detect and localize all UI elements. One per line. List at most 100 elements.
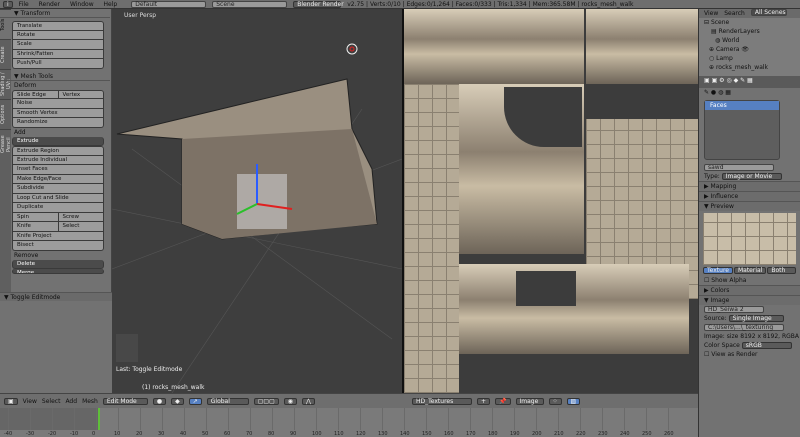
pivot-select[interactable]: ◆ bbox=[171, 398, 184, 405]
3d-viewport[interactable]: User Persp Last: Toggle Editmode (1) roc… bbox=[112, 9, 402, 393]
filepath-field[interactable]: C:\Users\...\_texturing bbox=[699, 323, 800, 332]
outliner-item-scene[interactable]: ⊟ Scene bbox=[699, 18, 800, 27]
view-as-render-checkbox[interactable]: ☐ View as Render bbox=[699, 350, 800, 359]
display-channels[interactable]: ▨ bbox=[567, 398, 581, 405]
current-frame-marker[interactable] bbox=[98, 408, 100, 430]
new-image-button[interactable]: + bbox=[477, 398, 490, 405]
preview-material-tab[interactable]: Material bbox=[734, 267, 766, 274]
snap-toggle[interactable]: ⋀ bbox=[302, 398, 315, 405]
image-name-field[interactable]: HD_Seiwa 2 bbox=[704, 306, 764, 313]
push-pull-button[interactable]: Push/Pull bbox=[12, 59, 104, 69]
shrink-fatten-button[interactable]: Shrink/Fatten bbox=[12, 50, 104, 60]
properties-context-tabs[interactable]: ▣ ▣ ⚙ ◎ ◆ ✎ ▦ bbox=[699, 76, 800, 88]
frame-gridline bbox=[8, 408, 9, 430]
scale-button[interactable]: Scale bbox=[12, 40, 104, 50]
duplicate-button[interactable]: Duplicate bbox=[12, 203, 104, 213]
outliner-item-lamp[interactable]: ○ Lamp bbox=[699, 54, 800, 63]
extrude-region-button[interactable]: Extrude Region bbox=[12, 146, 104, 156]
render-engine-select[interactable]: Blender Render bbox=[293, 1, 341, 8]
editor-type-icon[interactable]: ▣ bbox=[4, 398, 18, 405]
transform-panel-header[interactable]: ▼ Transform bbox=[0, 9, 110, 18]
preview-both-tab[interactable]: Both bbox=[767, 267, 796, 274]
menu-file[interactable]: File bbox=[19, 1, 29, 8]
frame-tick-label: 230 bbox=[598, 431, 608, 437]
spin-button[interactable]: Spin bbox=[17, 213, 59, 222]
frame-tick-label: 200 bbox=[532, 431, 542, 437]
image-browse[interactable]: HD_Textures bbox=[412, 398, 472, 405]
rotate-button[interactable]: Rotate bbox=[12, 31, 104, 41]
extrude-dropdown[interactable]: Extrude bbox=[12, 137, 104, 147]
timeline[interactable]: -40-30-20-100102030405060708090100110120… bbox=[0, 408, 698, 437]
noise-button[interactable]: Noise bbox=[12, 99, 104, 109]
menu-window[interactable]: Window bbox=[70, 1, 94, 8]
merge-dropdown[interactable]: Merge bbox=[12, 269, 104, 274]
knife-project-button[interactable]: Knife Project bbox=[12, 232, 104, 242]
outliner-search-menu[interactable]: Search bbox=[724, 9, 745, 18]
preview-texture-tab[interactable]: Texture bbox=[703, 267, 733, 274]
view-mode-select[interactable]: Image bbox=[516, 398, 544, 405]
influence-panel-header[interactable]: ▶ Influence bbox=[699, 191, 800, 201]
menu-mesh[interactable]: Mesh bbox=[82, 398, 98, 405]
source-select[interactable]: Single Image bbox=[729, 315, 784, 322]
texture-name-field[interactable]: sawd bbox=[704, 164, 774, 171]
texture-slot-list[interactable]: Faces bbox=[704, 100, 780, 160]
remove-label: Remove bbox=[0, 251, 110, 260]
preview-panel-header[interactable]: ▼ Preview bbox=[699, 201, 800, 211]
uv-editor-header: HD_Textures + 📌 Image ⁘ ▨ bbox=[402, 393, 698, 408]
outliner-item-renderlayers[interactable]: ▤ RenderLayers bbox=[699, 27, 800, 36]
frame-tick-label: -30 bbox=[26, 431, 34, 437]
make-edge-face-button[interactable]: Make Edge/Face bbox=[12, 175, 104, 185]
show-alpha-checkbox[interactable]: ☐ Show Alpha bbox=[699, 276, 800, 285]
knife-button[interactable]: Knife bbox=[17, 222, 59, 231]
outliner-item-world[interactable]: ◍ World bbox=[699, 36, 800, 45]
outliner-item-camera[interactable]: ⊕ Camera 👁 bbox=[699, 45, 800, 54]
display-mode-select[interactable]: All Scenes bbox=[751, 9, 787, 16]
menu-view[interactable]: View bbox=[23, 398, 37, 405]
delete-dropdown[interactable]: Delete bbox=[12, 260, 104, 270]
bisect-button[interactable]: Bisect bbox=[12, 241, 104, 251]
randomize-button[interactable]: Randomize bbox=[12, 118, 104, 128]
loop-cut-button[interactable]: Loop Cut and Slide bbox=[12, 194, 104, 204]
subdivide-button[interactable]: Subdivide bbox=[12, 184, 104, 194]
vertex-button[interactable]: Vertex bbox=[59, 91, 104, 99]
inset-faces-button[interactable]: Inset Faces bbox=[12, 165, 104, 175]
colors-panel-header[interactable]: ▶ Colors bbox=[699, 285, 800, 295]
outliner-item-mesh[interactable]: ⊕ rocks_mesh_walk bbox=[699, 63, 800, 72]
slide-edge-button[interactable]: Slide Edge bbox=[17, 91, 59, 99]
mode-select[interactable]: Edit Mode bbox=[103, 398, 148, 405]
translate-button[interactable]: Translate bbox=[12, 21, 104, 31]
orientation-select[interactable]: Global bbox=[207, 398, 249, 405]
add-label: Add bbox=[0, 128, 110, 137]
pin-icon[interactable]: 📌 bbox=[495, 398, 510, 405]
colorspace-row: Color Space sRGB bbox=[699, 341, 800, 350]
colorspace-select[interactable]: sRGB bbox=[742, 342, 792, 349]
uv-snap-icon[interactable]: ⁘ bbox=[549, 398, 562, 405]
image-panel-header[interactable]: ▼ Image bbox=[699, 295, 800, 305]
extrude-individual-button[interactable]: Extrude Individual bbox=[12, 156, 104, 166]
mesh-tools-panel-header[interactable]: ▼ Mesh Tools bbox=[0, 72, 110, 81]
menu-render[interactable]: Render bbox=[39, 1, 60, 8]
knife-select-button[interactable]: Select bbox=[59, 222, 104, 231]
manipulator-toggle[interactable]: ↗ bbox=[189, 398, 202, 405]
menu-select[interactable]: Select bbox=[42, 398, 61, 405]
image-size-text: Image: size 8192 x 8192, RGBA byte bbox=[699, 332, 800, 341]
mapping-panel-header[interactable]: ▶ Mapping bbox=[699, 181, 800, 191]
outliner-view-menu[interactable]: View bbox=[704, 9, 718, 18]
scene-select[interactable]: Scene bbox=[212, 1, 287, 8]
menu-add[interactable]: Add bbox=[65, 398, 77, 405]
texture-type-select[interactable]: Image or Movie bbox=[722, 173, 782, 180]
smooth-vertex-button[interactable]: Smooth Vertex bbox=[12, 109, 104, 119]
view-navigation-widget[interactable] bbox=[116, 334, 138, 362]
screw-button[interactable]: Screw bbox=[59, 213, 104, 222]
editor-type-icon[interactable]: i bbox=[3, 1, 13, 8]
texture-slot-faces[interactable]: Faces bbox=[705, 101, 779, 110]
layout-select[interactable]: Default bbox=[131, 1, 206, 8]
proportional-edit[interactable]: ◉ bbox=[284, 398, 297, 405]
menu-help[interactable]: Help bbox=[104, 1, 118, 8]
uv-image-editor[interactable] bbox=[402, 9, 698, 393]
eye-icon: 👁 bbox=[741, 46, 749, 53]
shading-select[interactable]: ● bbox=[153, 398, 166, 405]
preview-type-tabs: Texture Material Both bbox=[699, 267, 800, 276]
select-mode-buttons[interactable]: ▢▢▢ bbox=[254, 398, 279, 405]
toggle-editmode-panel[interactable]: ▼ Toggle Editmode bbox=[0, 292, 112, 301]
